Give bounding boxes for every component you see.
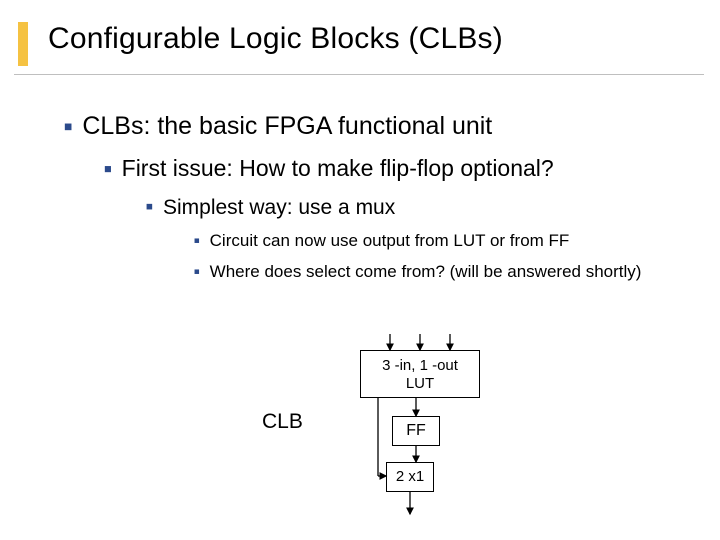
bullet-l2-text: First issue: How to make flip-flop optio… <box>122 155 554 181</box>
square-bullet-icon: ■ <box>194 235 200 247</box>
bullet-l4a: ■ Circuit can now use output from LUT or … <box>0 230 720 251</box>
title-area: Configurable Logic Blocks (CLBs) <box>0 22 720 56</box>
slide: Configurable Logic Blocks (CLBs) ■ CLBs: … <box>0 0 720 540</box>
content: ■ CLBs: the basic FPGA functional unit ■ F… <box>0 56 720 283</box>
bullet-l4b: ■ Where does select come from? (will be a… <box>0 261 720 282</box>
bullet-l1: ■ CLBs: the basic FPGA functional unit <box>0 112 720 141</box>
bullet-l2: ■ First issue: How to make flip-flop opti… <box>0 155 720 182</box>
square-bullet-icon: ■ <box>194 266 200 278</box>
bullet-l4a-text: Circuit can now use output from LUT or f… <box>210 231 570 250</box>
bullet-l3-text: Simplest way: use a mux <box>163 196 395 219</box>
bullet-l1-text: CLBs: the basic FPGA functional unit <box>82 112 492 140</box>
square-bullet-icon: ■ <box>104 162 112 176</box>
slide-title: Configurable Logic Blocks (CLBs) <box>48 22 720 56</box>
clb-diagram: CLB 3 -in, 1 -out LUT FF 2 x1 <box>260 330 560 530</box>
bullet-l3: ■ Simplest way: use a mux <box>0 196 720 220</box>
square-bullet-icon: ■ <box>64 119 72 134</box>
diagram-wires <box>260 330 560 530</box>
bullet-l4b-text: Where does select come from? (will be an… <box>210 262 642 281</box>
square-bullet-icon: ■ <box>146 202 153 214</box>
